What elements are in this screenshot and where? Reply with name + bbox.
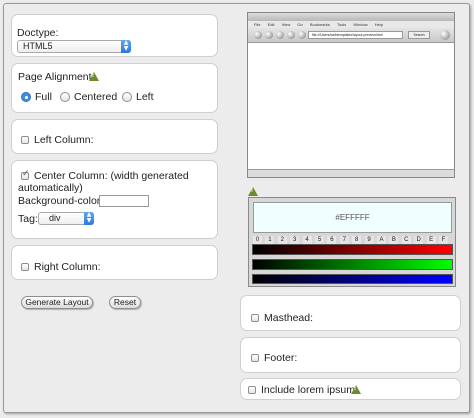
lorem-ipsum-panel: Include lorem ipsum: (240, 378, 461, 400)
hex-key[interactable]: 4 (302, 236, 312, 244)
warning-icon (89, 72, 99, 81)
doctype-label: Doctype: (17, 27, 59, 39)
left-column-checkbox[interactable] (21, 136, 29, 144)
reset-button[interactable]: Reset (109, 296, 141, 309)
center-column-label-line1: Center Column: (width generated (34, 170, 189, 182)
hex-key[interactable]: 5 (315, 236, 324, 244)
preview-menu-item: Bookmarks (309, 22, 330, 27)
masthead-panel: Masthead: (240, 295, 461, 331)
background-color-input[interactable] (99, 195, 149, 207)
hex-key[interactable]: 9 (364, 236, 374, 244)
preview-menu-item: Window (353, 22, 368, 27)
throbber-icon (440, 30, 450, 40)
blue-channel-slider[interactable] (252, 274, 453, 284)
preview-status-bar (248, 169, 454, 177)
alignment-full-radio[interactable] (21, 92, 31, 102)
select-arrows-icon: ▲ ▼ (121, 40, 131, 53)
page-alignment-panel: Page Alignment: Full Centered Left (11, 63, 218, 113)
hex-key[interactable]: B (389, 236, 399, 244)
masthead-checkbox[interactable] (251, 314, 259, 322)
hex-key[interactable]: 8 (352, 236, 362, 244)
alignment-left-label[interactable]: Left (136, 91, 154, 103)
preview-toolbar: file:///Users/webtemplates/layout-previe… (248, 28, 454, 43)
preview-menu-item: File (254, 22, 261, 27)
left-column-label: Left Column: (34, 134, 94, 146)
right-column-label: Right Column: (34, 261, 101, 273)
center-column-panel: Center Column: (width generated automati… (11, 160, 218, 239)
preview-menu-bar: File Edit View Go Bookmarks Tools Window… (248, 21, 454, 28)
alignment-centered-radio[interactable] (60, 92, 70, 102)
hex-keypad: 0 1 2 3 4 5 6 7 8 9 A B C D E F (253, 236, 453, 244)
preview-title-bar (248, 13, 454, 21)
hex-key[interactable]: 3 (290, 236, 300, 244)
right-column-panel: Right Column: (11, 245, 218, 280)
tag-selected-value: div (49, 213, 61, 223)
hex-key[interactable]: D (414, 236, 424, 244)
hex-key[interactable]: 0 (253, 236, 262, 244)
hex-key[interactable]: C (401, 236, 411, 244)
preview-menu-item: View (281, 22, 291, 27)
warning-icon (351, 385, 361, 394)
forward-icon (265, 31, 273, 39)
select-arrows-icon: ▲ ▼ (84, 212, 94, 225)
hex-key[interactable]: A (377, 236, 386, 244)
color-swatch: #EFFFFF (253, 202, 452, 233)
preview-menu-item: Tools (336, 22, 347, 27)
masthead-label: Masthead: (264, 312, 314, 324)
preview-menu-item: Go (297, 22, 303, 27)
hex-key[interactable]: 2 (277, 236, 287, 244)
center-column-label-line2: automatically) (18, 182, 83, 194)
stop-icon (287, 31, 295, 39)
footer-panel: Footer: (240, 337, 461, 373)
doctype-panel: Doctype: HTML5 ▲ ▼ (11, 14, 218, 57)
preview-menu-item: Help (374, 22, 384, 27)
left-column-panel: Left Column: (11, 119, 218, 154)
preview-menu-item: Edit (267, 22, 275, 27)
reload-icon (276, 31, 284, 39)
alignment-centered-label[interactable]: Centered (74, 91, 117, 103)
footer-checkbox[interactable] (251, 354, 259, 362)
lorem-ipsum-checkbox[interactable] (248, 386, 256, 394)
generate-layout-button[interactable]: Generate Layout (21, 296, 93, 309)
right-column-checkbox[interactable] (21, 263, 29, 271)
footer-label: Footer: (264, 352, 298, 364)
doctype-select[interactable]: HTML5 ▲ ▼ (17, 40, 131, 53)
hex-key[interactable]: F (439, 236, 448, 244)
alignment-full-label[interactable]: Full (35, 91, 52, 103)
center-column-checkbox[interactable] (21, 169, 30, 180)
hex-key[interactable]: 1 (265, 236, 275, 244)
warning-icon (248, 187, 258, 196)
page-alignment-label: Page Alignment: (18, 71, 95, 83)
back-icon (254, 31, 262, 39)
alignment-left-radio[interactable] (122, 92, 132, 102)
background-color-label: Background-color: (18, 195, 104, 207)
color-picker: #EFFFFF 0 1 2 3 4 5 6 7 8 9 A B C D E F (248, 197, 456, 287)
green-channel-slider[interactable] (252, 259, 453, 270)
layout-preview-window: File Edit View Go Bookmarks Tools Window… (247, 12, 455, 178)
preview-url-field: file:///Users/webtemplates/layout-previe… (308, 31, 403, 39)
tag-select[interactable]: div ▲ ▼ (38, 212, 94, 225)
hex-key[interactable]: E (426, 236, 436, 244)
preview-search-field: Search (408, 31, 430, 39)
red-channel-slider[interactable] (252, 244, 453, 255)
lorem-ipsum-label: Include lorem ipsum: (261, 384, 358, 396)
doctype-selected-value: HTML5 (23, 41, 53, 51)
tag-label: Tag: (18, 213, 38, 225)
home-icon (298, 31, 306, 39)
hex-key[interactable]: 6 (327, 236, 337, 244)
hex-key[interactable]: 7 (339, 236, 349, 244)
